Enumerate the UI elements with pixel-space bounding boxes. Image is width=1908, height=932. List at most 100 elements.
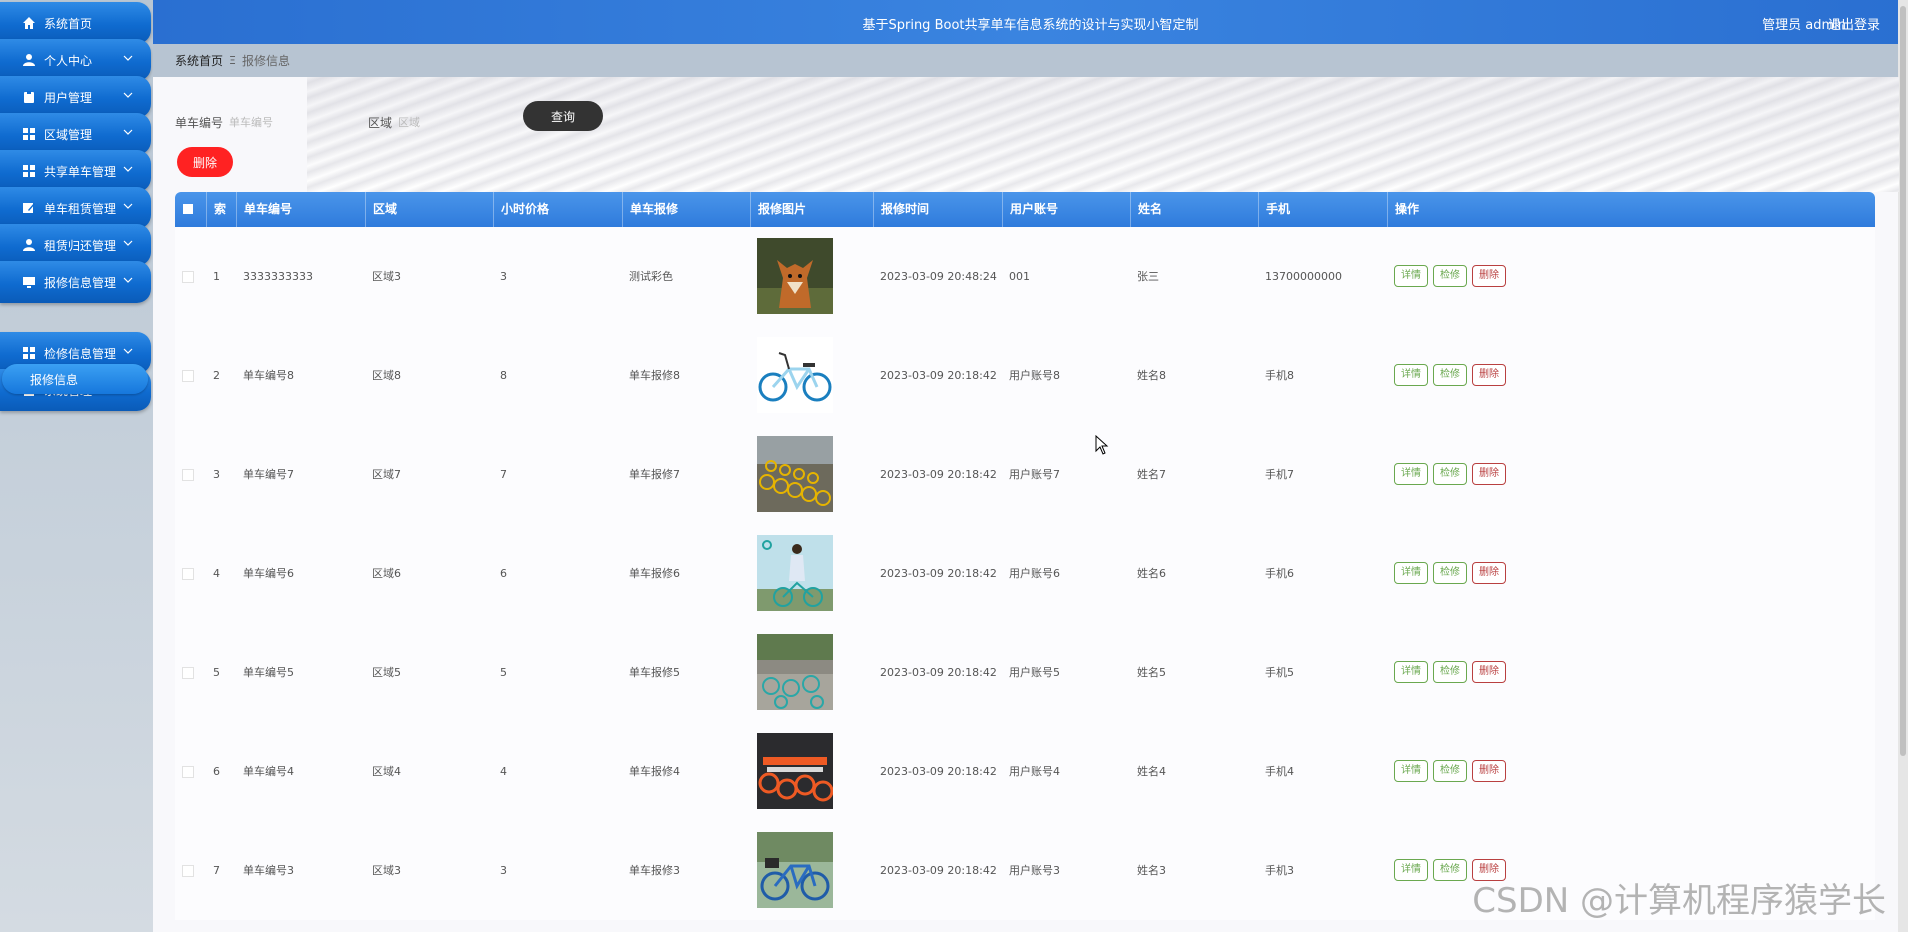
repair-table: 索引单车编号区域小时价格单车报修报修图片报修时间用户账号姓名手机操作 13333… [175, 192, 1875, 920]
sidebar-item-8[interactable]: 报修信息管理 [0, 261, 151, 303]
cell-repair: 单车报修6 [629, 567, 680, 580]
detail-button[interactable]: 详情 [1394, 364, 1428, 386]
column-header-name: 姓名 [1130, 192, 1258, 227]
cell-bike-no: 单车编号5 [243, 666, 294, 679]
repair-thumbnail[interactable] [757, 238, 833, 314]
repair-thumbnail[interactable] [757, 535, 833, 611]
batch-delete-button[interactable]: 删除 [177, 147, 233, 177]
chevron-down-icon [123, 129, 133, 135]
table-header: 索引单车编号区域小时价格单车报修报修图片报修时间用户账号姓名手机操作 [175, 192, 1875, 251]
delete-button[interactable]: 删除 [1472, 562, 1506, 584]
delete-button[interactable]: 删除 [1472, 661, 1506, 683]
clipboard-icon [24, 91, 34, 103]
repair-thumbnail[interactable] [757, 436, 833, 512]
repair-photo-bike-white [757, 337, 833, 413]
repair-thumbnail[interactable] [757, 337, 833, 413]
cell-name: 姓名4 [1137, 765, 1166, 778]
select-all-checkbox[interactable] [183, 204, 193, 214]
repair-button[interactable]: 检修 [1433, 760, 1467, 782]
cell-name: 姓名5 [1137, 666, 1166, 679]
cell-image [750, 722, 873, 821]
sidebar-subitem-label: 报修信息 [30, 372, 79, 387]
sidebar-item-5[interactable]: 共享单车管理 [0, 150, 151, 192]
delete-button[interactable]: 删除 [1472, 760, 1506, 782]
cell-area: 区域4 [372, 765, 401, 778]
cell-phone: 13700000000 [1265, 270, 1342, 283]
detail-button[interactable]: 详情 [1394, 463, 1428, 485]
sidebar-item-6[interactable]: 单车租赁管理 [0, 187, 151, 229]
cell-price: 8 [500, 369, 507, 382]
row-checkbox[interactable] [182, 865, 194, 877]
cell-area: 区域8 [372, 369, 401, 382]
repair-button[interactable]: 检修 [1433, 265, 1467, 287]
repair-thumbnail[interactable] [757, 634, 833, 710]
repair-thumbnail[interactable] [757, 832, 833, 908]
cell-area: 区域6 [372, 567, 401, 580]
repair-button[interactable]: 检修 [1433, 463, 1467, 485]
sidebar-subitem-repair-info[interactable]: 报修信息 [2, 364, 148, 394]
logout-link[interactable]: 退出登录 [1828, 14, 1880, 33]
column-header-repair: 单车报修 [622, 192, 750, 227]
row-checkbox[interactable] [182, 469, 194, 481]
repair-photo-street-bikes [757, 634, 833, 710]
delete-button[interactable]: 删除 [1472, 265, 1506, 287]
query-button[interactable]: 查询 [523, 101, 603, 131]
cell-name: 姓名6 [1137, 567, 1166, 580]
cell-bike-no: 单车编号7 [243, 468, 294, 481]
delete-button[interactable]: 删除 [1472, 463, 1506, 485]
repair-button[interactable]: 检修 [1433, 661, 1467, 683]
row-checkbox[interactable] [182, 271, 194, 283]
area-input[interactable] [396, 109, 521, 135]
detail-button[interactable]: 详情 [1394, 265, 1428, 287]
bike-no-input[interactable] [227, 109, 352, 135]
column-header-phone: 手机 [1258, 192, 1387, 227]
cell-index: 2 [213, 369, 220, 382]
column-header-actions: 操作 [1387, 192, 1875, 227]
sidebar-item-3[interactable]: 用户管理 [0, 76, 151, 118]
repair-photo-woman-bike [757, 535, 833, 611]
scrollbar-thumb[interactable] [1900, 6, 1906, 756]
detail-button[interactable]: 详情 [1394, 859, 1428, 881]
cell-phone: 手机3 [1265, 864, 1294, 877]
table-body: 1 3333333333 区域3 3 测试彩色 2023-03-09 20:48:24 00… [175, 227, 1875, 920]
repair-button[interactable]: 检修 [1433, 562, 1467, 584]
cell-image [750, 326, 873, 425]
row-checkbox[interactable] [182, 667, 194, 679]
cell-time: 2023-03-09 20:18:42 [880, 666, 997, 679]
cell-area: 区域5 [372, 666, 401, 679]
detail-button[interactable]: 详情 [1394, 562, 1428, 584]
cell-time: 2023-03-09 20:18:42 [880, 468, 997, 481]
sidebar-item-2[interactable]: 个人中心 [0, 39, 151, 81]
repair-button[interactable]: 检修 [1433, 859, 1467, 881]
sidebar-item-7[interactable]: 租赁归还管理 [0, 224, 151, 266]
repair-thumbnail[interactable] [757, 733, 833, 809]
row-checkbox[interactable] [182, 766, 194, 778]
row-checkbox[interactable] [182, 568, 194, 580]
cell-repair: 单车报修8 [629, 369, 680, 382]
column-header-index: 索引 [206, 192, 236, 251]
chevron-down-icon [123, 240, 133, 246]
cell-phone: 手机7 [1265, 468, 1294, 481]
detail-button[interactable]: 详情 [1394, 760, 1428, 782]
cell-account: 用户账号3 [1009, 864, 1060, 877]
sidebar-item-label: 报修信息管理 [44, 275, 117, 290]
detail-button[interactable]: 详情 [1394, 661, 1428, 683]
sidebar-item-4[interactable]: 区域管理 [0, 113, 151, 155]
breadcrumb: 系统首页 Ξ 报修信息 [153, 44, 1898, 77]
page-scrollbar[interactable] [1898, 0, 1908, 932]
column-header-time: 报修时间 [873, 192, 1002, 227]
cell-account: 用户账号6 [1009, 567, 1060, 580]
delete-button[interactable]: 删除 [1472, 364, 1506, 386]
column-header-price: 小时价格 [493, 192, 622, 227]
repair-button[interactable]: 检修 [1433, 364, 1467, 386]
cell-area: 区域3 [372, 864, 401, 877]
breadcrumb-home[interactable]: 系统首页 [175, 52, 223, 69]
cell-name: 姓名3 [1137, 864, 1166, 877]
chevron-down-icon [123, 277, 133, 283]
sidebar-item-1[interactable]: 系统首页 [0, 2, 151, 44]
row-checkbox[interactable] [182, 370, 194, 382]
cell-bike-no: 单车编号4 [243, 765, 294, 778]
chevron-down-icon [123, 92, 133, 98]
repair-photo-bike-rows [757, 436, 833, 512]
cell-image [750, 623, 873, 722]
